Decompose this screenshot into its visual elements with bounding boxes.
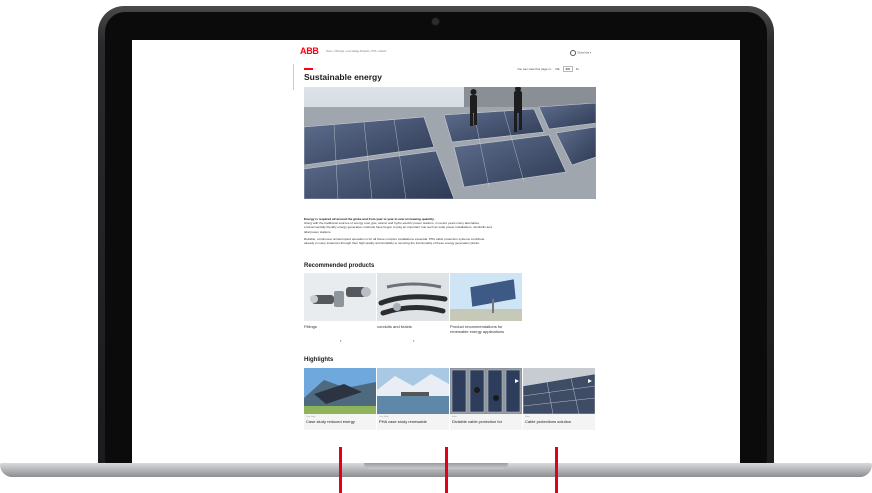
highlight-image [450,368,522,414]
highlight-image [377,368,449,414]
highlight-category: Video [525,416,530,418]
breadcrumb[interactable]: Home › Offerings › Low Voltage Products … [326,50,386,53]
highlight-card[interactable]: Video Divisible cable protection for [450,368,522,430]
region-label: Global site ▾ [577,51,592,55]
hero-solar-image [304,87,596,199]
globe-icon [570,50,576,56]
highlight-title: Divisible cable protection for [452,419,503,424]
lang-fl[interactable]: FL [574,67,582,71]
conduits-image [377,273,449,321]
product-card-title: conduits and braids [377,324,412,329]
highlight-title: Cable protections solution [525,419,572,424]
play-icon[interactable] [588,370,592,383]
highlight-card[interactable]: Video Cable protections solution [523,368,595,430]
highlight-card[interactable]: Case Study Case study reduced energy [304,368,376,430]
intro-paragraph-1: Along with the traditional sources of en… [304,221,492,234]
highlight-category: Video [452,416,457,418]
page-title: Sustainable energy [304,72,382,82]
product-card-conduits[interactable]: conduits and braids ▾ [377,273,449,343]
title-accent-bar [304,68,313,70]
annotation-line [555,447,558,493]
side-share-bar[interactable] [288,64,294,90]
abb-logo[interactable]: ABB [300,46,319,56]
product-card-renewable[interactable]: Product recommendations for renewable en… [450,273,522,334]
highlight-title: PHA case study renewable [379,419,427,424]
lang-de[interactable]: DE [553,67,561,71]
recommended-heading: Recommended products [304,263,375,269]
highlight-title: Case study reduced energy [306,419,355,424]
lang-en[interactable]: EN [562,66,573,72]
renewable-image [450,273,522,321]
chevron-down-icon[interactable]: ▾ [413,339,415,343]
product-card-title: Fittings [304,324,317,329]
product-card-fittings[interactable]: Fittings ▾ [304,273,376,343]
fittings-image [304,273,376,321]
laptop-screen: ABB Home › Offerings › Low Voltage Produ… [132,40,740,464]
product-card-title: Product recommendations for renewable en… [450,324,505,334]
chevron-down-icon[interactable]: ▾ [340,339,342,343]
region-selector[interactable]: Global site ▾ [570,50,591,56]
highlight-category: Case Study [379,416,389,418]
laptop-notch [364,463,508,469]
highlight-image [523,368,595,414]
highlights-heading: Highlights [304,357,334,363]
language-switcher: You can view this page in: DE EN FL [517,66,581,72]
annotation-line [339,447,342,493]
intro-paragraph-2: Reliable, continuous uninterrupted opera… [304,236,485,246]
highlight-image [304,368,376,414]
highlight-card[interactable]: Case Study PHA case study renewable [377,368,449,430]
intro-text: Energy is required all around the globe … [304,217,494,248]
webcam-icon [432,18,439,25]
play-icon[interactable] [515,370,519,383]
highlight-category: Case Study [306,416,316,418]
annotation-line [445,447,448,493]
view-in-label: You can view this page in: [517,67,552,71]
